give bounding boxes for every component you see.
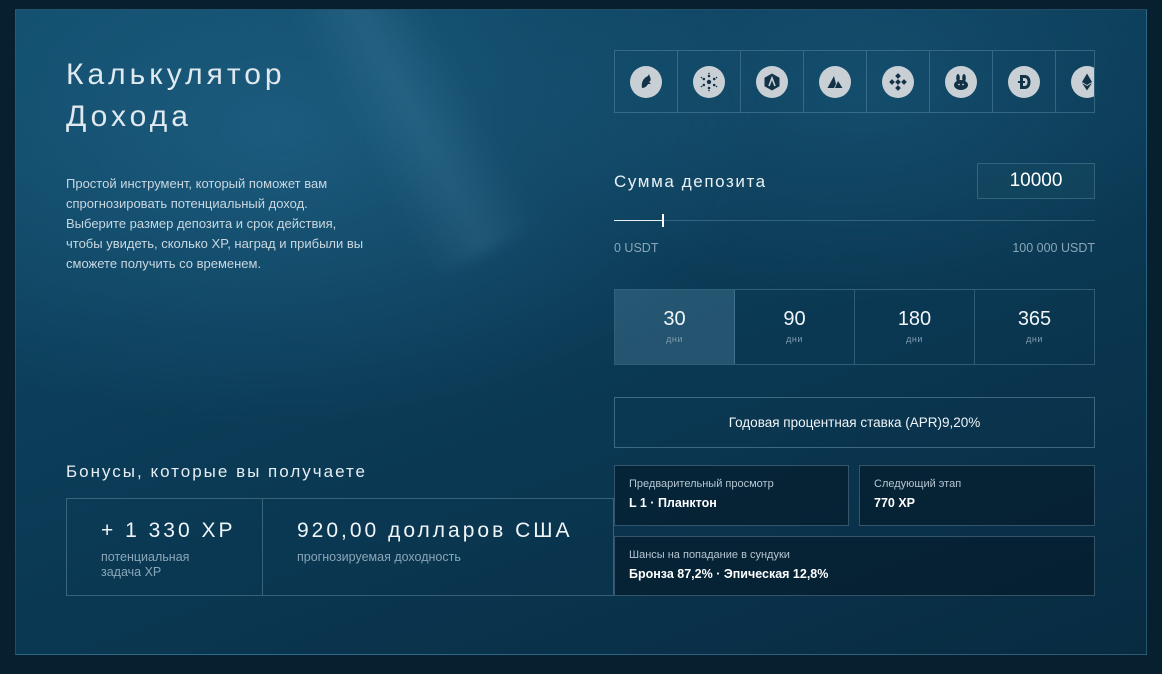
next-stage-label: Следующий этап (874, 478, 962, 490)
preview-label: Предварительный просмотр (629, 478, 774, 490)
xp-bonus-cell: + 1 330 XP потенциальная задача XP (67, 499, 263, 595)
deposit-max-label: 100 000 USDT (1012, 241, 1095, 255)
period-unit: дни (786, 334, 803, 344)
pancakeswap-coin-icon (945, 65, 977, 98)
period-option-180[interactable]: 180 дни (855, 290, 975, 364)
profit-bonus-value: 920,00 долларов США (297, 519, 573, 542)
profit-bonus-cell: 920,00 долларов США прогнозируемая доход… (263, 499, 613, 595)
title-line-1: Калькулятор (66, 58, 286, 91)
avalanche-coin-icon (819, 65, 851, 98)
preview-card: Предварительный просмотр L 1 · Планктон (614, 465, 849, 526)
bonuses-box: + 1 330 XP потенциальная задача XP 920,0… (66, 498, 614, 596)
calculator-description: Простой инструмент, который поможет вам … (66, 176, 364, 271)
coin-option-pancakeswap[interactable] (930, 51, 993, 112)
page-title: Калькулятор Дохода (66, 54, 486, 138)
deposit-slider[interactable] (614, 214, 1095, 227)
apr-rate-box: Годовая процентная ставка (APR)9,20% (614, 397, 1095, 448)
period-value: 90 (783, 308, 806, 330)
period-unit: дни (666, 334, 683, 344)
deposit-min-label: 0 USDT (614, 241, 659, 255)
deposit-slider-fill (614, 220, 663, 221)
preview-value: L 1 · Планктон (629, 496, 717, 510)
chest-chances-value: Бронза 87,2% · Эпическая 12,8% (629, 567, 829, 581)
period-unit: дни (1026, 334, 1043, 344)
coin-option-ethereum[interactable] (1056, 51, 1094, 112)
arbitrum-coin-icon (756, 65, 788, 98)
next-stage-card: Следующий этап 770 XP (859, 465, 1095, 526)
dogecoin-coin-icon (1008, 65, 1040, 98)
deposit-label: Сумма депозита (614, 172, 767, 191)
profit-bonus-label: прогнозируемая доходность (297, 550, 461, 564)
coin-option-cardano[interactable] (678, 51, 741, 112)
chest-chances-card: Шансы на попадание в сундуки Бронза 87,2… (614, 536, 1095, 596)
cardano-coin-icon (693, 65, 725, 98)
chest-chances-label: Шансы на попадание в сундуки (629, 549, 790, 561)
xp-bonus-label: потенциальная задача XP (101, 550, 190, 579)
unicorn-coin-icon (630, 65, 662, 98)
period-value: 365 (1017, 308, 1052, 330)
period-value: 30 (663, 308, 686, 330)
ethereum-coin-icon (1071, 65, 1094, 98)
xp-bonus-value: + 1 330 XP (101, 519, 236, 542)
coin-option-avalanche[interactable] (804, 51, 867, 112)
coin-option-dogecoin[interactable] (993, 51, 1056, 112)
period-unit: дни (906, 334, 923, 344)
coin-option-arbitrum[interactable] (741, 51, 804, 112)
coin-option-unicorn[interactable] (615, 51, 678, 112)
period-value: 180 (897, 308, 932, 330)
period-option-30[interactable]: 30 дни (615, 290, 735, 364)
binance-coin-icon (882, 65, 914, 98)
deposit-slider-handle[interactable] (662, 214, 664, 227)
period-selector: 30 дни 90 дни 180 дни 365 дни (614, 289, 1095, 365)
period-option-90[interactable]: 90 дни (735, 290, 855, 364)
period-option-365[interactable]: 365 дни (975, 290, 1094, 364)
coin-selector (614, 50, 1095, 113)
coin-option-binance[interactable] (867, 51, 930, 112)
title-line-2: Дохода (66, 100, 192, 133)
next-stage-value: 770 XP (874, 496, 916, 510)
deposit-amount-input[interactable] (977, 163, 1095, 199)
bonuses-title: Бонусы, которые вы получаете (66, 462, 368, 481)
